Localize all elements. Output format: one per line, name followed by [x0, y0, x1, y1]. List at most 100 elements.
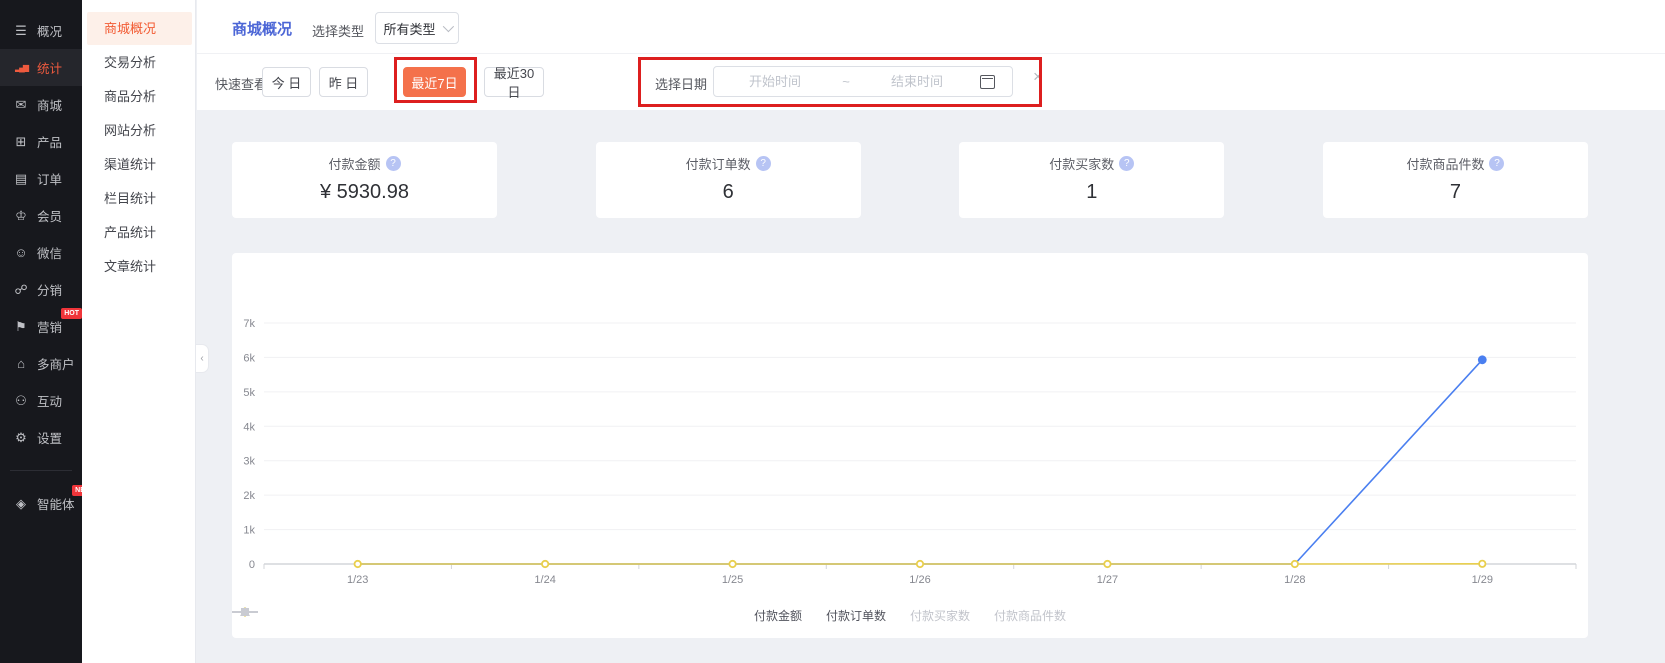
page-header: 商城概况 选择类型 所有类型 快速查看 今 日 昨 日 最近7日 最近30日 选… [197, 0, 1665, 110]
chart-legend: 付款金额 付款订单数 付款买家数 付款商品件数 [232, 607, 1588, 624]
svg-text:1/29: 1/29 [1472, 574, 1493, 586]
sidebar-item-label: 会员 [37, 206, 62, 225]
sidebar-item-label: 订单 [37, 169, 62, 188]
stat-card-label: 付款订单数 [686, 154, 751, 173]
submenu-item-mall-overview[interactable]: 商城概况 [87, 12, 192, 45]
submenu-item-product-stats[interactable]: 产品统计 [87, 216, 192, 249]
legend-item-4[interactable]: 付款商品件数 [994, 607, 1066, 624]
calendar-icon[interactable] [980, 75, 995, 89]
question-icon[interactable]: ? [1489, 156, 1504, 171]
submenu-item-article-stats[interactable]: 文章统计 [87, 250, 192, 283]
sidebar-item-multi-merchant[interactable]: ⌂ 多商户 [0, 345, 82, 382]
type-select[interactable]: 所有类型 [375, 12, 459, 44]
end-date-input[interactable] [856, 73, 978, 90]
sidebar-item-overview[interactable]: ☰ 概况 [0, 12, 82, 49]
quick-button-yesterday[interactable]: 昨 日 [319, 67, 368, 97]
svg-text:1/25: 1/25 [722, 574, 743, 586]
main-sidebar: ☰ 概况 ▂▄▆ 统计 ✉ 商城 ⊞ 产品 ▤ 订单 ♔ 会员 ☺ 微信 ☍ 分… [0, 0, 82, 663]
date-separator: ~ [836, 74, 856, 89]
sidebar-item-label: 营销HOT [37, 317, 62, 336]
svg-text:1/26: 1/26 [909, 574, 930, 586]
sidebar-item-wechat[interactable]: ☺ 微信 [0, 234, 82, 271]
legend-item-3[interactable]: 付款买家数 [910, 607, 970, 624]
svg-text:1/28: 1/28 [1284, 574, 1305, 586]
trend-chart-panel: 01k2k3k4k5k6k7k1/231/241/251/261/271/281… [232, 253, 1588, 638]
legend-item-1[interactable]: 付款金额 [754, 607, 802, 624]
title-row: 商城概况 选择类型 所有类型 [197, 0, 1665, 54]
sidebar-item-mall[interactable]: ✉ 商城 [0, 86, 82, 123]
quick-button-last-7-days[interactable]: 最近7日 [403, 67, 466, 97]
question-icon[interactable]: ? [386, 156, 401, 171]
crown-icon: ♔ [12, 208, 30, 224]
sidebar-item-label: 概况 [37, 21, 62, 40]
submenu-item-goods-analysis[interactable]: 商品分析 [87, 80, 192, 113]
submenu-collapse-handle[interactable]: ‹ [196, 344, 209, 373]
submenu-item-site-analysis[interactable]: 网站分析 [87, 114, 192, 147]
sidebar-item-label: 设置 [37, 428, 62, 447]
stats-submenu: 商城概况 交易分析 商品分析 网站分析 渠道统计 栏目统计 产品统计 文章统计 [82, 0, 196, 663]
svg-text:1k: 1k [243, 525, 255, 537]
legend-label: 付款商品件数 [994, 607, 1066, 624]
sidebar-item-label: 互动 [37, 391, 62, 410]
stat-card-pay-orders: 付款订单数? 6 [596, 142, 861, 218]
sidebar-item-members[interactable]: ♔ 会员 [0, 197, 82, 234]
stat-card-label: 付款买家数 [1049, 154, 1114, 173]
gear-icon: ⚙ [12, 430, 30, 446]
sidebar-item-label: 多商户 [37, 354, 75, 373]
svg-text:6k: 6k [243, 352, 255, 364]
sidebar-item-agent[interactable]: ◈ 智能体NEW [0, 485, 82, 522]
sidebar-item-label: 智能体NEW [37, 494, 75, 513]
svg-text:1/23: 1/23 [347, 574, 368, 586]
start-date-input[interactable] [714, 73, 836, 90]
svg-text:3k: 3k [243, 456, 255, 468]
badge-hot: HOT [61, 308, 82, 319]
sidebar-item-settings[interactable]: ⚙ 设置 [0, 419, 82, 456]
stat-card-value: 7 [1323, 181, 1588, 204]
collapse-icon: ‹ [200, 353, 203, 364]
submenu-item-channel-stats[interactable]: 渠道统计 [87, 148, 192, 181]
submenu-item-column-stats[interactable]: 栏目统计 [87, 182, 192, 215]
question-icon[interactable]: ? [1119, 156, 1134, 171]
line-chart: 01k2k3k4k5k6k7k1/231/241/251/261/271/281… [232, 253, 1588, 638]
robot-icon: ◈ [12, 496, 30, 512]
legend-label: 付款订单数 [826, 607, 886, 624]
svg-text:1/24: 1/24 [534, 574, 555, 586]
stat-card-value: 6 [596, 181, 861, 204]
stat-card-pay-amount: 付款金额? ¥ 5930.98 [232, 142, 497, 218]
group-icon: ⚇ [12, 393, 30, 409]
legend-item-2[interactable]: 付款订单数 [826, 607, 886, 624]
layers-icon: ☰ [12, 23, 30, 39]
svg-text:4k: 4k [243, 421, 255, 433]
stat-cards: 付款金额? ¥ 5930.98 付款订单数? 6 付款买家数? 1 付款商品件数… [232, 142, 1588, 218]
svg-text:5k: 5k [243, 387, 255, 399]
date-range-input[interactable]: ~ [713, 66, 1013, 97]
chat-icon: ☺ [12, 245, 30, 260]
legend-label: 付款金额 [754, 607, 802, 624]
store-icon: ⌂ [12, 356, 30, 371]
svg-text:0: 0 [249, 559, 255, 571]
sidebar-item-statistics[interactable]: ▂▄▆ 统计 [0, 49, 82, 86]
quick-button-today[interactable]: 今 日 [262, 67, 311, 97]
quick-view-label: 快速查看 [215, 74, 267, 93]
sidebar-item-marketing[interactable]: ⚑ 营销HOT [0, 308, 82, 345]
stat-card-pay-items: 付款商品件数? 7 [1323, 142, 1588, 218]
clear-date-icon[interactable]: × [1033, 67, 1043, 87]
stat-card-pay-buyers: 付款买家数? 1 [959, 142, 1224, 218]
sidebar-item-orders[interactable]: ▤ 订单 [0, 160, 82, 197]
flag-icon: ⚑ [12, 319, 30, 335]
svg-text:2k: 2k [243, 490, 255, 502]
sidebar-item-interaction[interactable]: ⚇ 互动 [0, 382, 82, 419]
sidebar-item-distribution[interactable]: ☍ 分销 [0, 271, 82, 308]
mail-icon: ✉ [12, 97, 30, 113]
order-icon: ▤ [12, 171, 30, 187]
question-icon[interactable]: ? [756, 156, 771, 171]
sidebar-item-label: 微信 [37, 243, 62, 262]
triangle-marker-icon [232, 607, 258, 617]
stat-card-value: ¥ 5930.98 [232, 181, 497, 204]
quick-button-last-30-days[interactable]: 最近30日 [484, 67, 544, 97]
sidebar-item-products[interactable]: ⊞ 产品 [0, 123, 82, 160]
submenu-item-trade-analysis[interactable]: 交易分析 [87, 46, 192, 79]
users-icon: ☍ [12, 282, 30, 298]
chevron-down-icon [442, 21, 453, 32]
sidebar-item-label: 商城 [37, 95, 62, 114]
